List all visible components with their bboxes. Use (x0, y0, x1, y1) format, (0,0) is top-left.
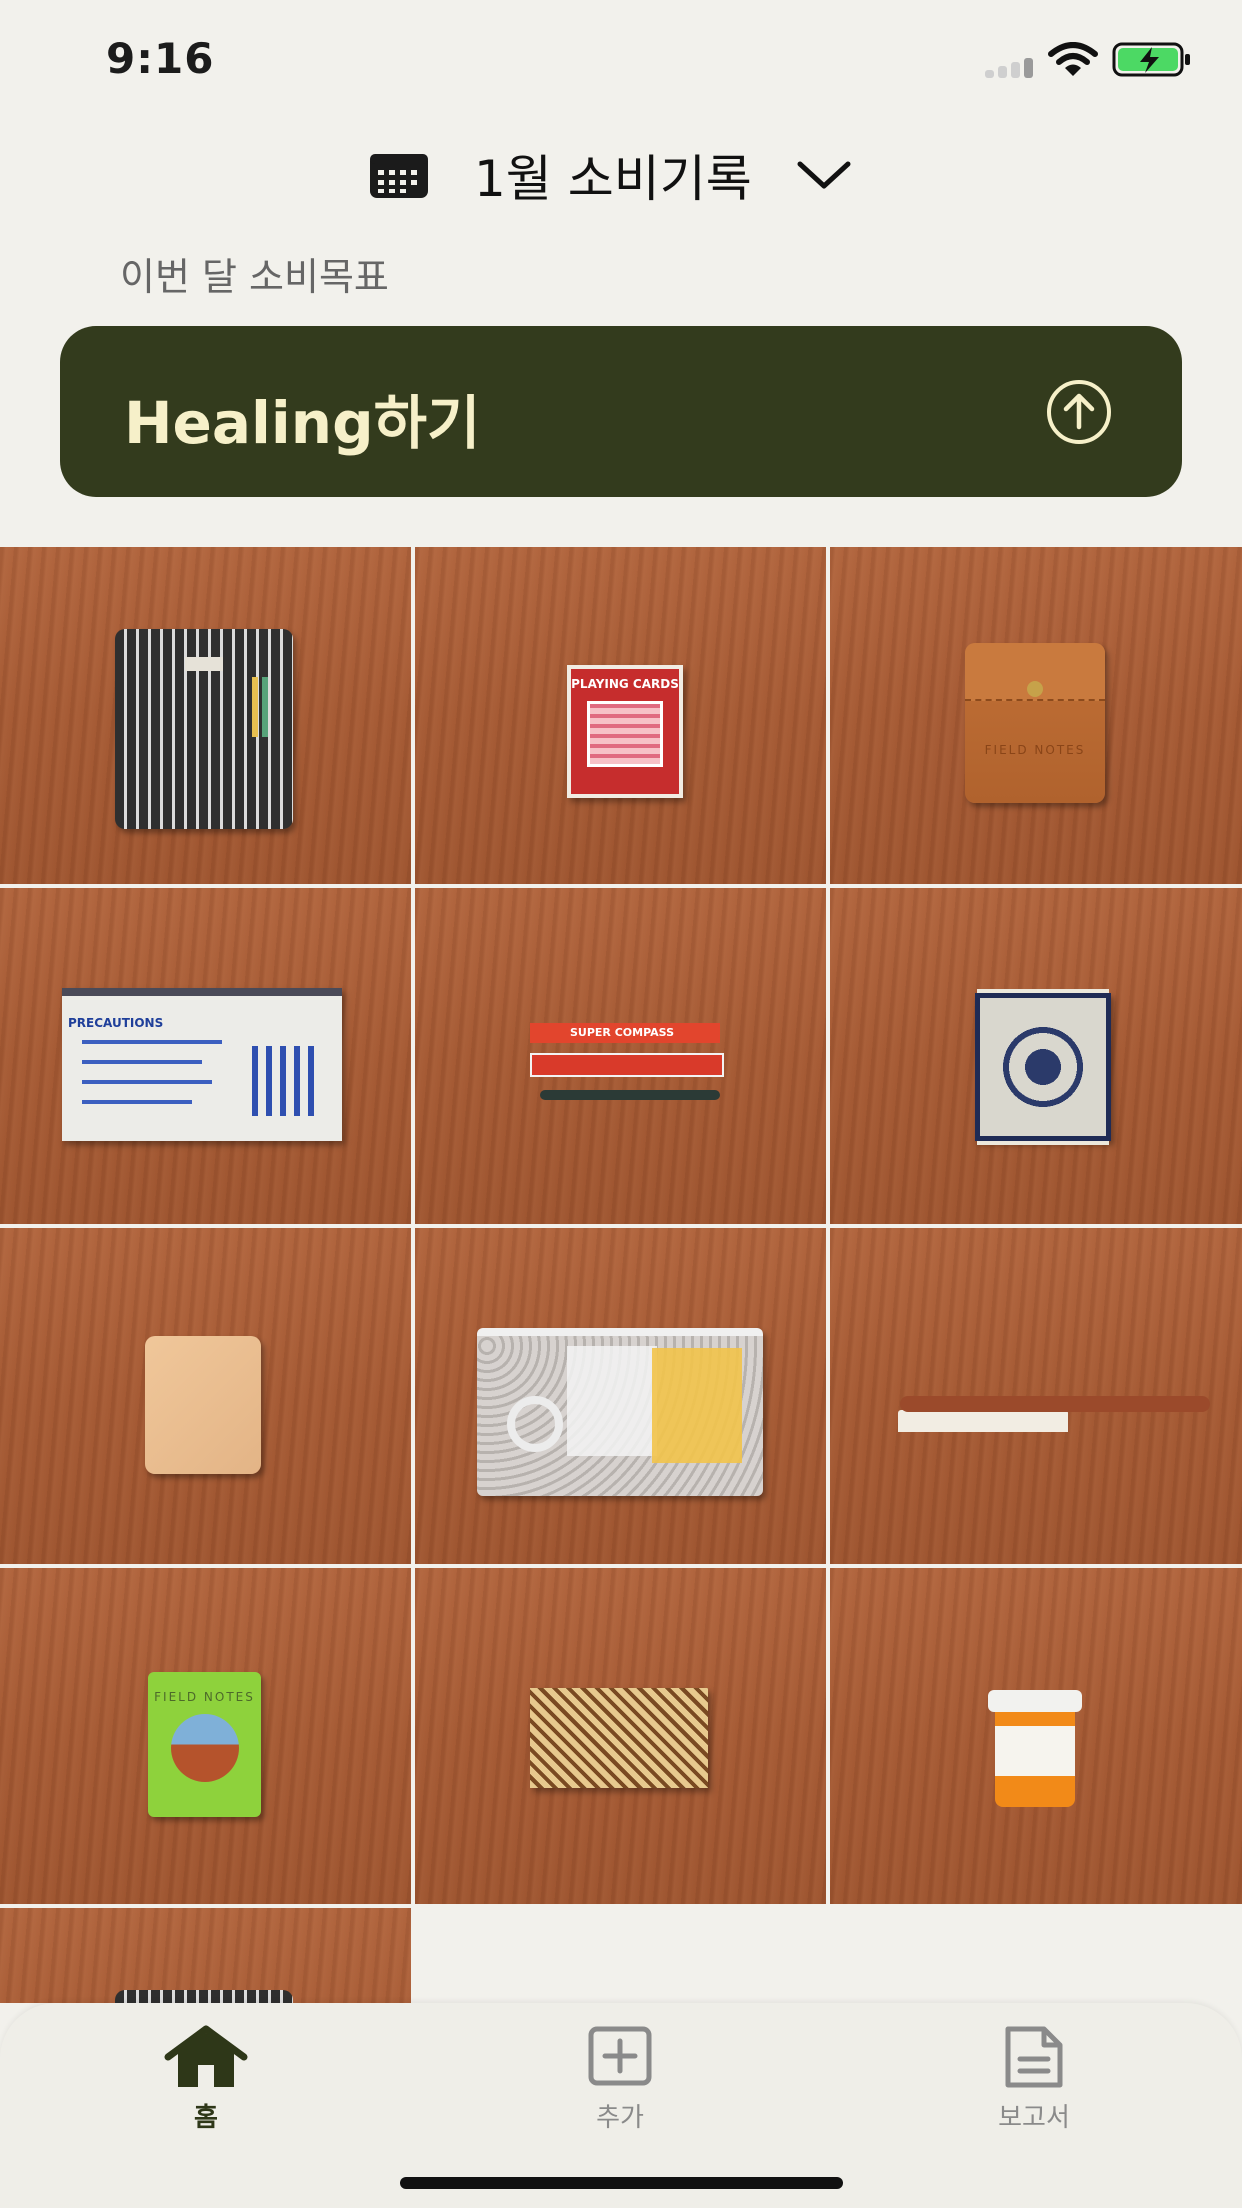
zip-bag-image (477, 1328, 763, 1496)
cellular-signal-icon (985, 54, 1035, 78)
pen (262, 677, 268, 737)
upload-icon[interactable] (1046, 379, 1112, 445)
puzzle-box-image (530, 1688, 708, 1788)
goal-text: Healing하기 (124, 389, 481, 457)
bottle-body (995, 1712, 1075, 1807)
status-time: 9:16 (106, 34, 215, 83)
grid-item-striped-pen-case-2[interactable] (0, 1908, 411, 2003)
home-indicator (400, 2177, 843, 2189)
notebook-label: FIELD NOTES (154, 1690, 255, 1704)
goal-card[interactable]: Healing하기 (60, 326, 1182, 497)
month-selector[interactable]: 1월 소비기록 (0, 135, 1242, 215)
report-icon (992, 2025, 1076, 2089)
home-icon (164, 2025, 248, 2089)
tab-add[interactable]: 추가 (520, 2025, 720, 2155)
calendar-icon (368, 150, 430, 200)
striped-case-image (115, 1990, 293, 2003)
grid-item-playing-cards[interactable]: PLAYING CARDS (415, 547, 826, 884)
grid-item-cement-bag-pouch[interactable]: PRECAUTIONS (0, 888, 411, 1224)
wifi-icon (1048, 42, 1098, 76)
tab-report[interactable]: 보고서 (934, 2025, 1134, 2155)
battery-icon (1112, 42, 1190, 77)
pouch-label: FIELD NOTES (984, 743, 1086, 757)
grid-item-pill-bottle[interactable] (830, 1568, 1242, 1904)
bottle-cap (988, 1690, 1082, 1712)
playing-cards-label: PLAYING CARDS (571, 677, 679, 691)
case-label (185, 657, 223, 671)
pen (252, 677, 258, 737)
goal-label: 이번 달 소비목표 (120, 255, 389, 299)
leather-pouch-image: FIELD NOTES (965, 643, 1105, 803)
grid-item-leather-notebook[interactable] (0, 1228, 411, 1564)
tab-home-label: 홈 (194, 2103, 218, 2133)
grid-item-field-notes-notebook[interactable]: FIELD NOTES (0, 1568, 411, 1904)
craft-knife (540, 1090, 720, 1100)
pouch-print-text: PRECAUTIONS (68, 1016, 164, 1030)
grid-item-striped-pen-case[interactable] (0, 547, 411, 884)
grid-item-leather-pouch[interactable]: FIELD NOTES (830, 547, 1242, 884)
photo-grid: PLAYING CARDS FIELD NOTES PRECAUTIONS SU… (0, 547, 1242, 2003)
grid-item-compass-and-knife[interactable]: SUPER COMPASS (415, 888, 826, 1224)
brush-head (898, 1410, 1068, 1432)
compass-label: SUPER COMPASS (570, 1026, 675, 1039)
compass-box: SUPER COMPASS (530, 1023, 720, 1043)
rug-image (975, 993, 1111, 1141)
tab-add-label: 추가 (596, 2103, 644, 2133)
grid-item-brush[interactable] (830, 1228, 1242, 1564)
green-notebook-image: FIELD NOTES (148, 1672, 261, 1817)
add-icon (578, 2025, 662, 2089)
cement-pouch-image: PRECAUTIONS (62, 988, 342, 1141)
playing-cards-box: PLAYING CARDS (567, 665, 683, 798)
brush-handle (900, 1396, 1210, 1412)
status-bar: 9:16 (0, 0, 1242, 120)
grid-item-clear-zip-bag[interactable] (415, 1228, 826, 1564)
grid-item-puzzle-box[interactable] (415, 1568, 826, 1904)
compass (530, 1053, 724, 1077)
header-title: 1월 소비기록 (474, 150, 752, 208)
tab-home[interactable]: 홈 (106, 2025, 306, 2155)
notebook-image (145, 1336, 261, 1474)
chevron-down-icon[interactable] (796, 158, 852, 192)
grid-item-mini-rug[interactable] (830, 888, 1242, 1224)
tab-report-label: 보고서 (998, 2103, 1070, 2133)
